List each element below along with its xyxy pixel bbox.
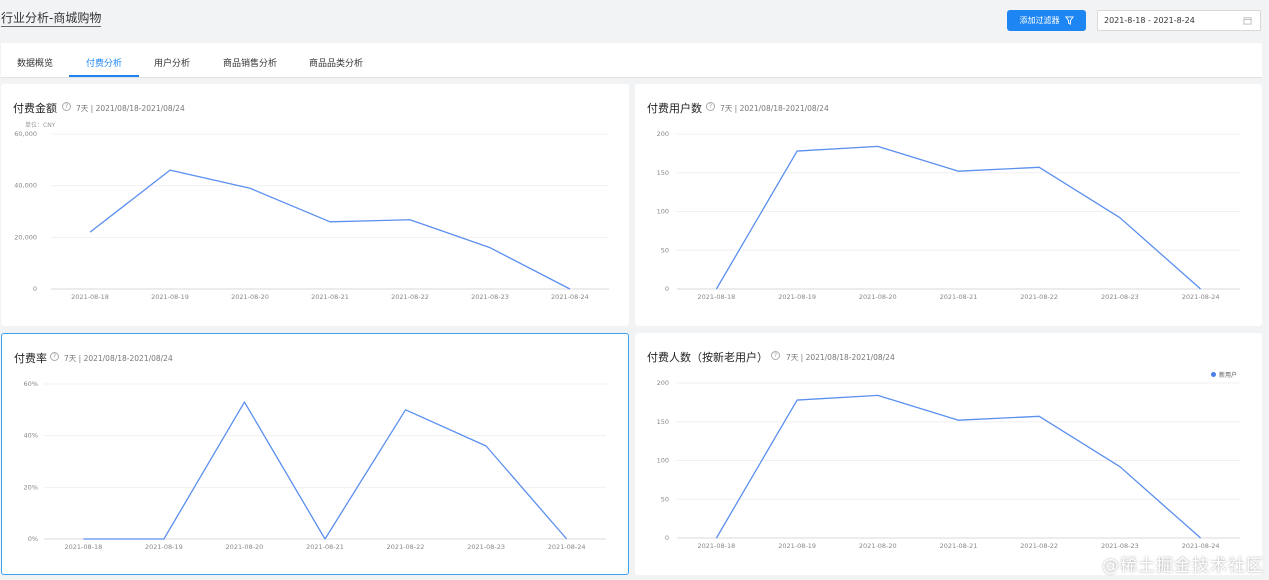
- y-tick-label: 0: [665, 285, 669, 293]
- x-tick-label: 2021-08-21: [311, 293, 349, 301]
- x-tick-label: 2021-08-24: [1182, 293, 1220, 301]
- y-tick-label: 200: [657, 379, 669, 387]
- chart-card-payment-rate[interactable]: 付费率 ? 7天 | 2021/08/18-2021/08/24 0% 20% 40…: [1, 333, 629, 575]
- tab-product-category-analysis[interactable]: 商品品类分析: [299, 43, 373, 77]
- tab-bar: 数据概览 付费分析 用户分析 商品销售分析 商品品类分析: [1, 43, 1262, 78]
- tab-data-overview[interactable]: 数据概览: [9, 43, 61, 77]
- y-tick-label: 50: [661, 495, 669, 503]
- x-tick-label: 2021-08-24: [548, 543, 586, 551]
- y-tick-label: 50: [661, 246, 669, 254]
- watermark: @稀土掘金技术社区: [1102, 556, 1264, 576]
- series-line: [715, 394, 1202, 539]
- line-chart-paying-users: 0 50 100 150 200 2021-08-18 2021-08-19 2021-08-…: [657, 130, 1240, 301]
- y-tick-label: 150: [657, 169, 669, 177]
- chart-card-paying-users-new-old: 付费人数（按新老用户） ? 7天 | 2021/08/18-2021/08/24…: [635, 333, 1262, 575]
- x-tick-label: 2021-08-23: [1101, 542, 1139, 550]
- add-filter-label: 添加过滤器: [1019, 16, 1060, 25]
- x-tick-label: 2021-08-22: [391, 293, 429, 301]
- y-tick-label: 0: [665, 534, 669, 542]
- add-filter-button[interactable]: 添加过滤器: [1007, 10, 1086, 31]
- chart-card-paying-users: 付费用户数 ? 7天 | 2021/08/18-2021/08/24 0 50 10…: [635, 84, 1262, 326]
- x-tick-label: 2021-08-22: [1020, 293, 1058, 301]
- series-line: [83, 401, 568, 540]
- x-tick-label: 2021-08-23: [467, 543, 505, 551]
- y-tick-label: 0: [33, 285, 37, 293]
- x-tick-label: 2021-08-20: [231, 293, 269, 301]
- date-range-value: 2021-8-18 - 2021-8-24: [1104, 16, 1195, 25]
- line-chart-paying-users-new-old: 0 50 100 150 200 2021-08-18 2021-08-19 2021-08-…: [657, 379, 1240, 550]
- tab-payment-analysis[interactable]: 付费分析: [69, 43, 139, 77]
- y-tick-label: 40,000: [14, 182, 37, 190]
- y-tick-label: 0%: [28, 535, 38, 543]
- x-tick-label: 2021-08-20: [859, 293, 897, 301]
- x-tick-label: 2021-08-18: [698, 542, 736, 550]
- x-tick-label: 2021-08-23: [471, 293, 509, 301]
- series-line: [715, 145, 1202, 290]
- x-tick-label: 2021-08-23: [1101, 293, 1139, 301]
- x-tick-label: 2021-08-19: [778, 542, 816, 550]
- x-tick-label: 2021-08-18: [698, 293, 736, 301]
- x-tick-label: 2021-08-18: [64, 543, 102, 551]
- calendar-icon: [1243, 17, 1252, 25]
- y-tick-label: 60%: [24, 380, 38, 388]
- x-tick-label: 2021-08-19: [145, 543, 183, 551]
- page-header: 行业分析-商城购物 添加过滤器 2021-8-18 - 2021-8-24: [0, 0, 1269, 42]
- x-tick-label: 2021-08-19: [778, 293, 816, 301]
- x-tick-label: 2021-08-24: [1182, 542, 1220, 550]
- date-range-picker[interactable]: 2021-8-18 - 2021-8-24: [1097, 10, 1261, 31]
- x-tick-label: 2021-08-22: [387, 543, 425, 551]
- line-chart-payment-amount: 0 20,000 40,000 60,000 2021-08-18 2021-08-19 2…: [14, 130, 609, 301]
- line-chart-payment-rate: 0% 20% 40% 60% 2021-08-18 2021-08-19 2021-08-2…: [24, 380, 606, 551]
- filter-icon: [1064, 16, 1074, 25]
- x-tick-label: 2021-08-18: [71, 293, 109, 301]
- tab-user-analysis[interactable]: 用户分析: [146, 43, 198, 77]
- y-tick-label: 40%: [24, 432, 38, 440]
- y-tick-label: 20%: [24, 483, 38, 491]
- y-tick-label: 100: [657, 208, 669, 216]
- series-line: [89, 169, 571, 290]
- y-tick-label: 150: [657, 418, 669, 426]
- x-tick-label: 2021-08-20: [859, 542, 897, 550]
- y-tick-label: 20,000: [14, 233, 37, 241]
- x-tick-label: 2021-08-21: [940, 542, 978, 550]
- x-tick-label: 2021-08-22: [1020, 542, 1058, 550]
- x-tick-label: 2021-08-20: [226, 543, 264, 551]
- y-tick-label: 200: [657, 130, 669, 138]
- x-tick-label: 2021-08-19: [151, 293, 189, 301]
- page-title: 行业分析-商城购物: [1, 11, 102, 27]
- x-tick-label: 2021-08-21: [940, 293, 978, 301]
- y-tick-label: 60,000: [14, 130, 37, 138]
- x-tick-label: 2021-08-21: [306, 543, 344, 551]
- chart-card-payment-amount: 付费金额 ? 7天 | 2021/08/18-2021/08/24 单位：CNY…: [1, 84, 629, 326]
- y-tick-label: 100: [657, 457, 669, 465]
- x-tick-label: 2021-08-24: [551, 293, 589, 301]
- tab-product-sales-analysis[interactable]: 商品销售分析: [213, 43, 287, 77]
